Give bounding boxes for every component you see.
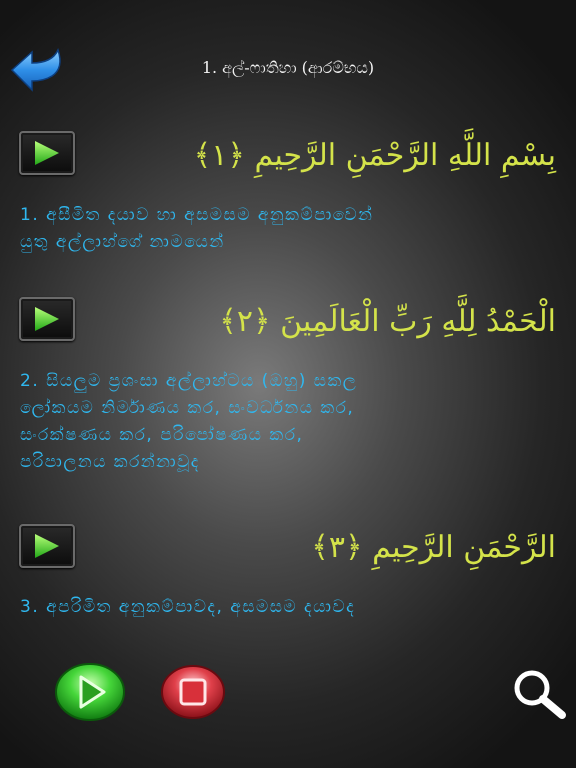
verse-3-play-button[interactable]: [19, 524, 75, 568]
verse-3-translation: 3. අපරිමිත අනුකම්පාවද, අසමසම දයාවද: [20, 594, 540, 621]
verse-2-play-button[interactable]: [19, 297, 75, 341]
verse-2-translation-line: 2. සියලුම ප්‍රශංසා අල්ලාහ්ටය (ඔහු) සකල: [20, 371, 358, 391]
stop-icon: [161, 665, 225, 719]
verse-1-play-button[interactable]: [19, 131, 75, 175]
stop-button[interactable]: [160, 664, 226, 720]
play-icon: [55, 663, 125, 721]
zoom-button[interactable]: [510, 668, 568, 720]
play-all-button[interactable]: [54, 662, 126, 722]
verse-2-translation: 2. සියලුම ප්‍රශංසා අල්ලාහ්ටය (ඔහු) සකල ල…: [20, 368, 540, 476]
magnifier-icon: [514, 670, 566, 719]
verse-1-arabic: بِسْمِ اللَّهِ الرَّحْمَنِ الرَّحِيمِ ﴿١…: [193, 138, 556, 173]
page-title: 1. අල්-ෆාතිහා (ආරම්භය): [201, 58, 375, 77]
verse-2-arabic: الْحَمْدُ لِلَّهِ رَبِّ الْعَالَمِينَ ﴿٢…: [219, 304, 556, 339]
verse-3-arabic: الرَّحْمَنِ الرَّحِيمِ ﴿٣﴾: [311, 530, 556, 565]
play-icon: [35, 534, 59, 558]
verse-1-translation: 1. අසීමිත දයාව හා අසමසම අනුකම්පාවෙන් යුත…: [20, 202, 540, 256]
verse-1-translation-line: 1. අසීමිත දයාව හා අසමසම අනුකම්පාවෙන්: [20, 205, 374, 225]
verse-2-translation-line: සංරක්ෂණය කර, පරිපෝෂණය කර,: [20, 425, 304, 445]
verse-2-translation-line: පරිපාලනය කරන්නාවූද: [20, 452, 200, 472]
verse-2-translation-line: ලෝකයම නිර්මාණය කර, සංවර්ධනය කර,: [20, 398, 355, 418]
play-icon: [35, 141, 59, 165]
play-icon: [35, 307, 59, 331]
verse-3-translation-line: 3. අපරිමිත අනුකම්පාවද, අසමසම දයාවද: [20, 597, 356, 617]
verse-1-translation-line: යුතු අල්ලාහ්ගේ නාමයෙන්: [20, 232, 225, 252]
